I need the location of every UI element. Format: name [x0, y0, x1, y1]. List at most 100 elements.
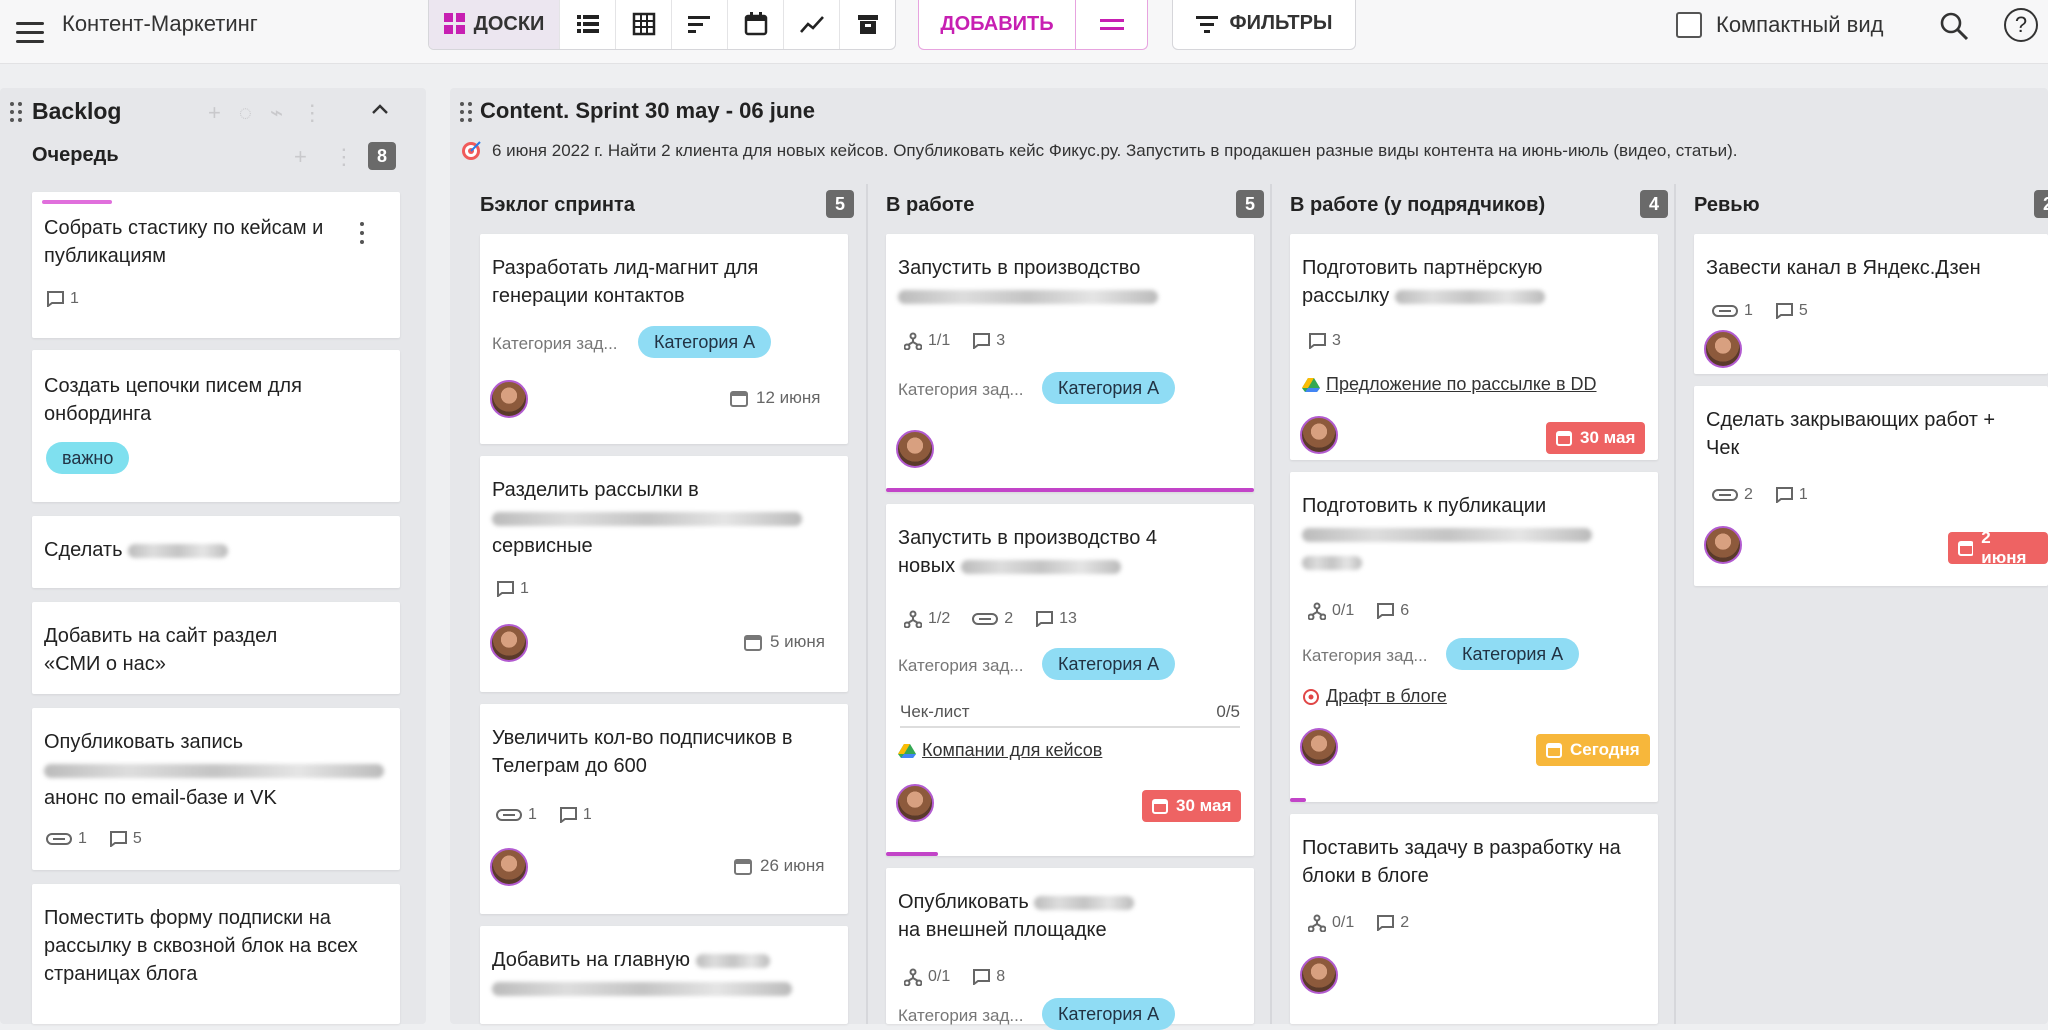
card-title: Собрать стастику по кейсам и публикациям: [44, 217, 324, 267]
menu-icon[interactable]: [10, 12, 50, 52]
comment-count: 5: [109, 830, 142, 848]
column-title: Бэклог спринта: [480, 194, 635, 216]
category-tag[interactable]: Категория А: [1042, 372, 1176, 404]
category-tag[interactable]: Категория А: [638, 326, 772, 358]
task-card[interactable]: Сделать закрывающих работ + Чек 2 1 2 ию…: [1694, 386, 2048, 586]
doc-link[interactable]: Предложение по рассылке в DD: [1302, 374, 1597, 395]
avatar[interactable]: [1704, 526, 1742, 564]
avatar[interactable]: [490, 848, 528, 886]
due-date: 12 июня: [730, 388, 820, 408]
card-menu-icon[interactable]: [358, 222, 366, 244]
add-button[interactable]: ДОБАВИТЬ: [919, 0, 1075, 49]
card-meta: 1: [496, 580, 529, 598]
avatar[interactable]: [896, 430, 934, 468]
task-card[interactable]: Подготовить к публикации 0/1 6 Категория…: [1290, 472, 1658, 802]
link-icon[interactable]: ⌁: [270, 100, 283, 126]
comment-icon: [1377, 915, 1395, 931]
backlog-card[interactable]: Создать цепочки писем для онбординга важ…: [32, 350, 400, 502]
category-tag[interactable]: Категория А: [1042, 648, 1176, 680]
avatar[interactable]: [1704, 330, 1742, 368]
comment-count: 1: [46, 290, 79, 308]
backlog-card[interactable]: Сделать: [32, 516, 400, 588]
avatar[interactable]: [1300, 956, 1338, 994]
avatar[interactable]: [1300, 728, 1338, 766]
task-card[interactable]: Поставить задачу в разработку на блоки в…: [1290, 814, 1658, 1024]
more-icon[interactable]: ⋮: [301, 100, 323, 126]
backlog-card[interactable]: Собрать стастику по кейсам и публикациям…: [32, 192, 400, 338]
filters-button[interactable]: ФИЛЬТРЫ: [1172, 0, 1356, 50]
view-table-button[interactable]: [615, 0, 671, 49]
due-date: 5 июня: [744, 632, 825, 652]
comment-icon: [1377, 603, 1395, 619]
task-card[interactable]: Увеличить кол-во подписчиков в Телеграм …: [480, 704, 848, 914]
avatar[interactable]: [896, 784, 934, 822]
view-list-button[interactable]: [559, 0, 615, 49]
card-title: Поставить задачу в разработку на блоки в…: [1302, 837, 1621, 887]
task-card[interactable]: Разработать лид-магнит для генерации кон…: [480, 234, 848, 444]
add-options-button[interactable]: [1075, 0, 1147, 49]
add-icon[interactable]: +: [208, 100, 221, 126]
chevron-up-icon[interactable]: [368, 98, 392, 122]
task-card[interactable]: Запустить в производство 4 новых 1/2 2 1…: [886, 504, 1254, 856]
category-tag[interactable]: Категория А: [1042, 998, 1176, 1030]
task-card[interactable]: Разделить рассылки в сервисные 1 5 июня: [480, 456, 848, 692]
comment-icon: [109, 831, 127, 847]
checklist[interactable]: Чек-лист 0/5: [900, 702, 1240, 728]
view-archive-button[interactable]: [839, 0, 895, 49]
comment-icon: [559, 807, 577, 823]
avatar[interactable]: [490, 380, 528, 418]
calendar-icon: [744, 635, 762, 651]
search-icon[interactable]: [1936, 8, 1972, 44]
subtask-count: 1/1: [904, 332, 950, 350]
subtask-count: 1/2: [904, 610, 950, 628]
view-sort-button[interactable]: [671, 0, 727, 49]
backlog-card[interactable]: Поместить форму подписки на рассылку в с…: [32, 884, 400, 1024]
avatar[interactable]: [1300, 416, 1338, 454]
card-title: Опубликовать запись анонс по email-базе …: [44, 728, 384, 812]
card-title: Разработать лид-магнит для генерации кон…: [492, 257, 759, 307]
task-card[interactable]: Добавить на главную: [480, 926, 848, 1024]
calendar-icon: [1546, 743, 1562, 758]
column-count-badge: 5: [826, 190, 854, 218]
column-title: Ревью: [1694, 194, 1760, 216]
view-switcher: ДОСКИ: [428, 0, 896, 50]
task-card[interactable]: Запустить в производство 1/1 3 Категория…: [886, 234, 1254, 492]
calendar-icon: [744, 12, 767, 36]
card-meta: 0/1 6: [1308, 602, 1409, 620]
help-button[interactable]: ?: [2004, 8, 2038, 42]
card-meta: 1/2 2 13: [904, 610, 1077, 628]
task-card[interactable]: Опубликовать на внешней площадке 0/1 8 К…: [886, 868, 1254, 1030]
overdue-badge: 30 мая: [1546, 422, 1646, 454]
column-contractors: В работе (у подрядчиков) 4 Подготовить п…: [1270, 184, 1674, 1024]
due-today-badge: Сегодня: [1536, 734, 1650, 766]
bell-icon[interactable]: ◌: [239, 100, 252, 126]
due-date: 26 июня: [734, 856, 824, 876]
card-title: Добавить на главную: [492, 946, 822, 1002]
paperclip-icon: [972, 613, 999, 625]
progress-bar: [886, 852, 938, 856]
view-calendar-button[interactable]: [727, 0, 783, 49]
category-tag[interactable]: Категория А: [1446, 638, 1580, 670]
calendar-icon: [734, 859, 752, 875]
view-chart-button[interactable]: [783, 0, 839, 49]
card-meta: 0/1 8: [904, 968, 1005, 986]
compact-view-checkbox[interactable]: [1676, 12, 1702, 38]
view-boards-button[interactable]: ДОСКИ: [429, 0, 559, 49]
paperclip-icon: [496, 809, 522, 821]
avatar[interactable]: [490, 624, 528, 662]
add-icon[interactable]: +: [294, 144, 307, 170]
drag-handle-icon[interactable]: [460, 102, 472, 122]
doc-link[interactable]: Компании для кейсов: [898, 740, 1102, 761]
comment-count: 3: [972, 332, 1005, 350]
task-card[interactable]: Завести канал в Яндекс.Дзен 1 5: [1694, 234, 2048, 374]
backlog-card[interactable]: Опубликовать запись анонс по email-базе …: [32, 708, 400, 870]
card-title: Увеличить кол-во подписчиков в Телеграм …: [492, 727, 793, 777]
list-icon: [576, 15, 599, 33]
blog-link[interactable]: Драфт в блоге: [1302, 686, 1447, 707]
drag-handle-icon[interactable]: [10, 102, 22, 122]
card-meta: 0/1 2: [1308, 914, 1409, 932]
compact-view-toggle[interactable]: Компактный вид: [1676, 10, 1883, 40]
backlog-card[interactable]: Добавить на сайт раздел «СМИ о нас»: [32, 602, 400, 694]
more-icon[interactable]: ⋮: [333, 144, 355, 170]
task-card[interactable]: Подготовить партнёрскую рассылку 3 Предл…: [1290, 234, 1658, 460]
